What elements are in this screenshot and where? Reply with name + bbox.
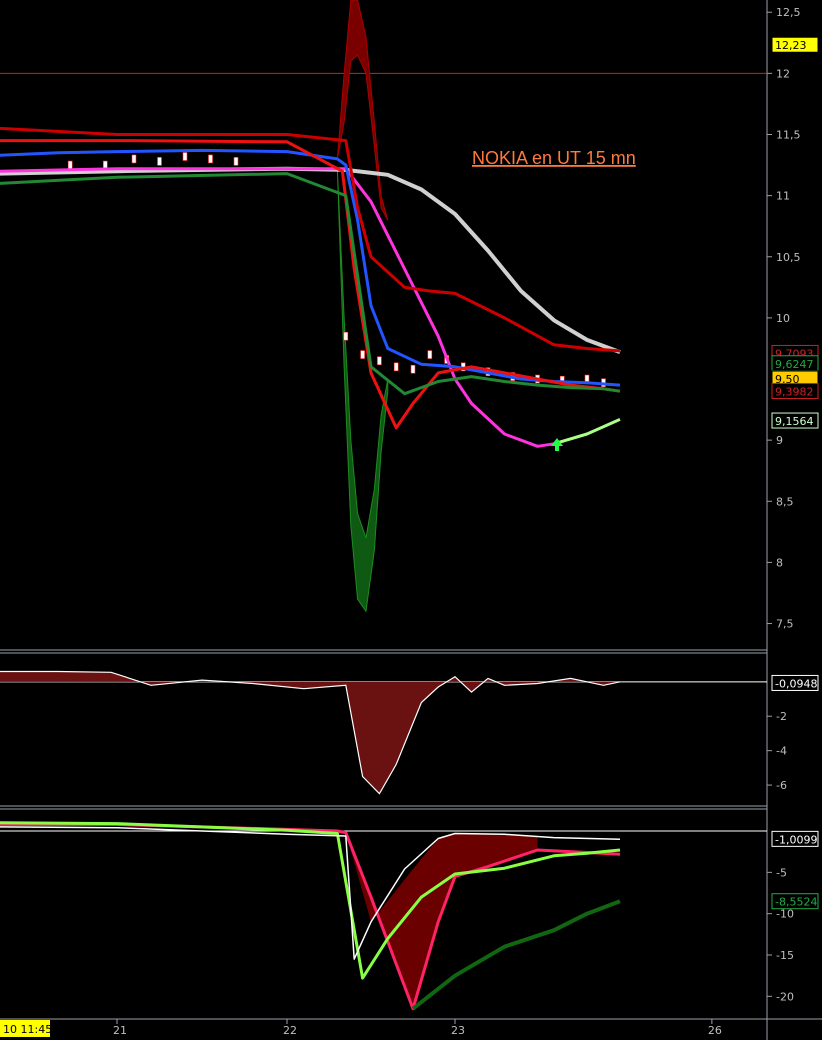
y-tick-label: -15 bbox=[776, 949, 794, 962]
price-candle bbox=[343, 331, 349, 341]
value-tag-label: 9,6247 bbox=[775, 358, 814, 371]
y-tick-label: -10 bbox=[776, 908, 794, 921]
value-tag-label: 12,23 bbox=[775, 39, 807, 52]
y-tick-label: -2 bbox=[776, 710, 787, 723]
x-tick-label: 22 bbox=[283, 1024, 297, 1037]
y-tick-label: 10,5 bbox=[776, 251, 801, 264]
price-candle bbox=[410, 364, 416, 374]
x-tick-label: 21 bbox=[113, 1024, 127, 1037]
chart-window: NOKIA en UT 15 mn 12,5 12 11,5 11 10,5 10 9 8,5… bbox=[0, 0, 822, 1040]
y-tick-label: 10 bbox=[776, 312, 790, 325]
x-tick-label: 26 bbox=[708, 1024, 722, 1037]
y-tick-label: -5 bbox=[776, 866, 787, 879]
price-candle bbox=[393, 362, 399, 372]
y-tick-label: 9 bbox=[776, 434, 783, 447]
y-tick-label: 8 bbox=[776, 556, 783, 569]
price-candle bbox=[157, 157, 162, 166]
y-tick-label: 7,5 bbox=[776, 618, 794, 631]
date-badge-label: 10 11:45 bbox=[3, 1023, 52, 1036]
value-tag-label: -1,0099 bbox=[775, 833, 817, 846]
chart-canvas[interactable]: NOKIA en UT 15 mn 12,5 12 11,5 11 10,5 10 9 8,5… bbox=[0, 0, 822, 1040]
x-tick-label: 23 bbox=[451, 1024, 465, 1037]
y-tick-label: 8,5 bbox=[776, 495, 794, 508]
y-tick-label: -6 bbox=[776, 779, 787, 792]
y-tick-label: -4 bbox=[776, 745, 787, 758]
price-candle bbox=[67, 160, 73, 170]
price-candle bbox=[131, 154, 137, 164]
price-candle bbox=[427, 350, 433, 359]
price-candle bbox=[360, 350, 365, 359]
value-tag-label: 9,3982 bbox=[775, 385, 814, 398]
price-candle bbox=[182, 152, 188, 161]
price-candle bbox=[377, 356, 382, 365]
y-tick-label: 12,5 bbox=[776, 6, 801, 19]
price-candle bbox=[233, 157, 239, 166]
y-tick-label: 12 bbox=[776, 67, 790, 80]
value-tag-label: -8,5524 bbox=[775, 896, 817, 909]
price-candle bbox=[208, 154, 213, 164]
y-tick-label: 11,5 bbox=[776, 128, 801, 141]
chart-title: NOKIA en UT 15 mn bbox=[472, 148, 636, 168]
y-tick-label: -20 bbox=[776, 990, 794, 1003]
y-tick-label: 11 bbox=[776, 190, 790, 203]
value-tag-label: -0,0948 bbox=[775, 677, 817, 690]
value-tag-label: 9,1564 bbox=[775, 415, 814, 428]
